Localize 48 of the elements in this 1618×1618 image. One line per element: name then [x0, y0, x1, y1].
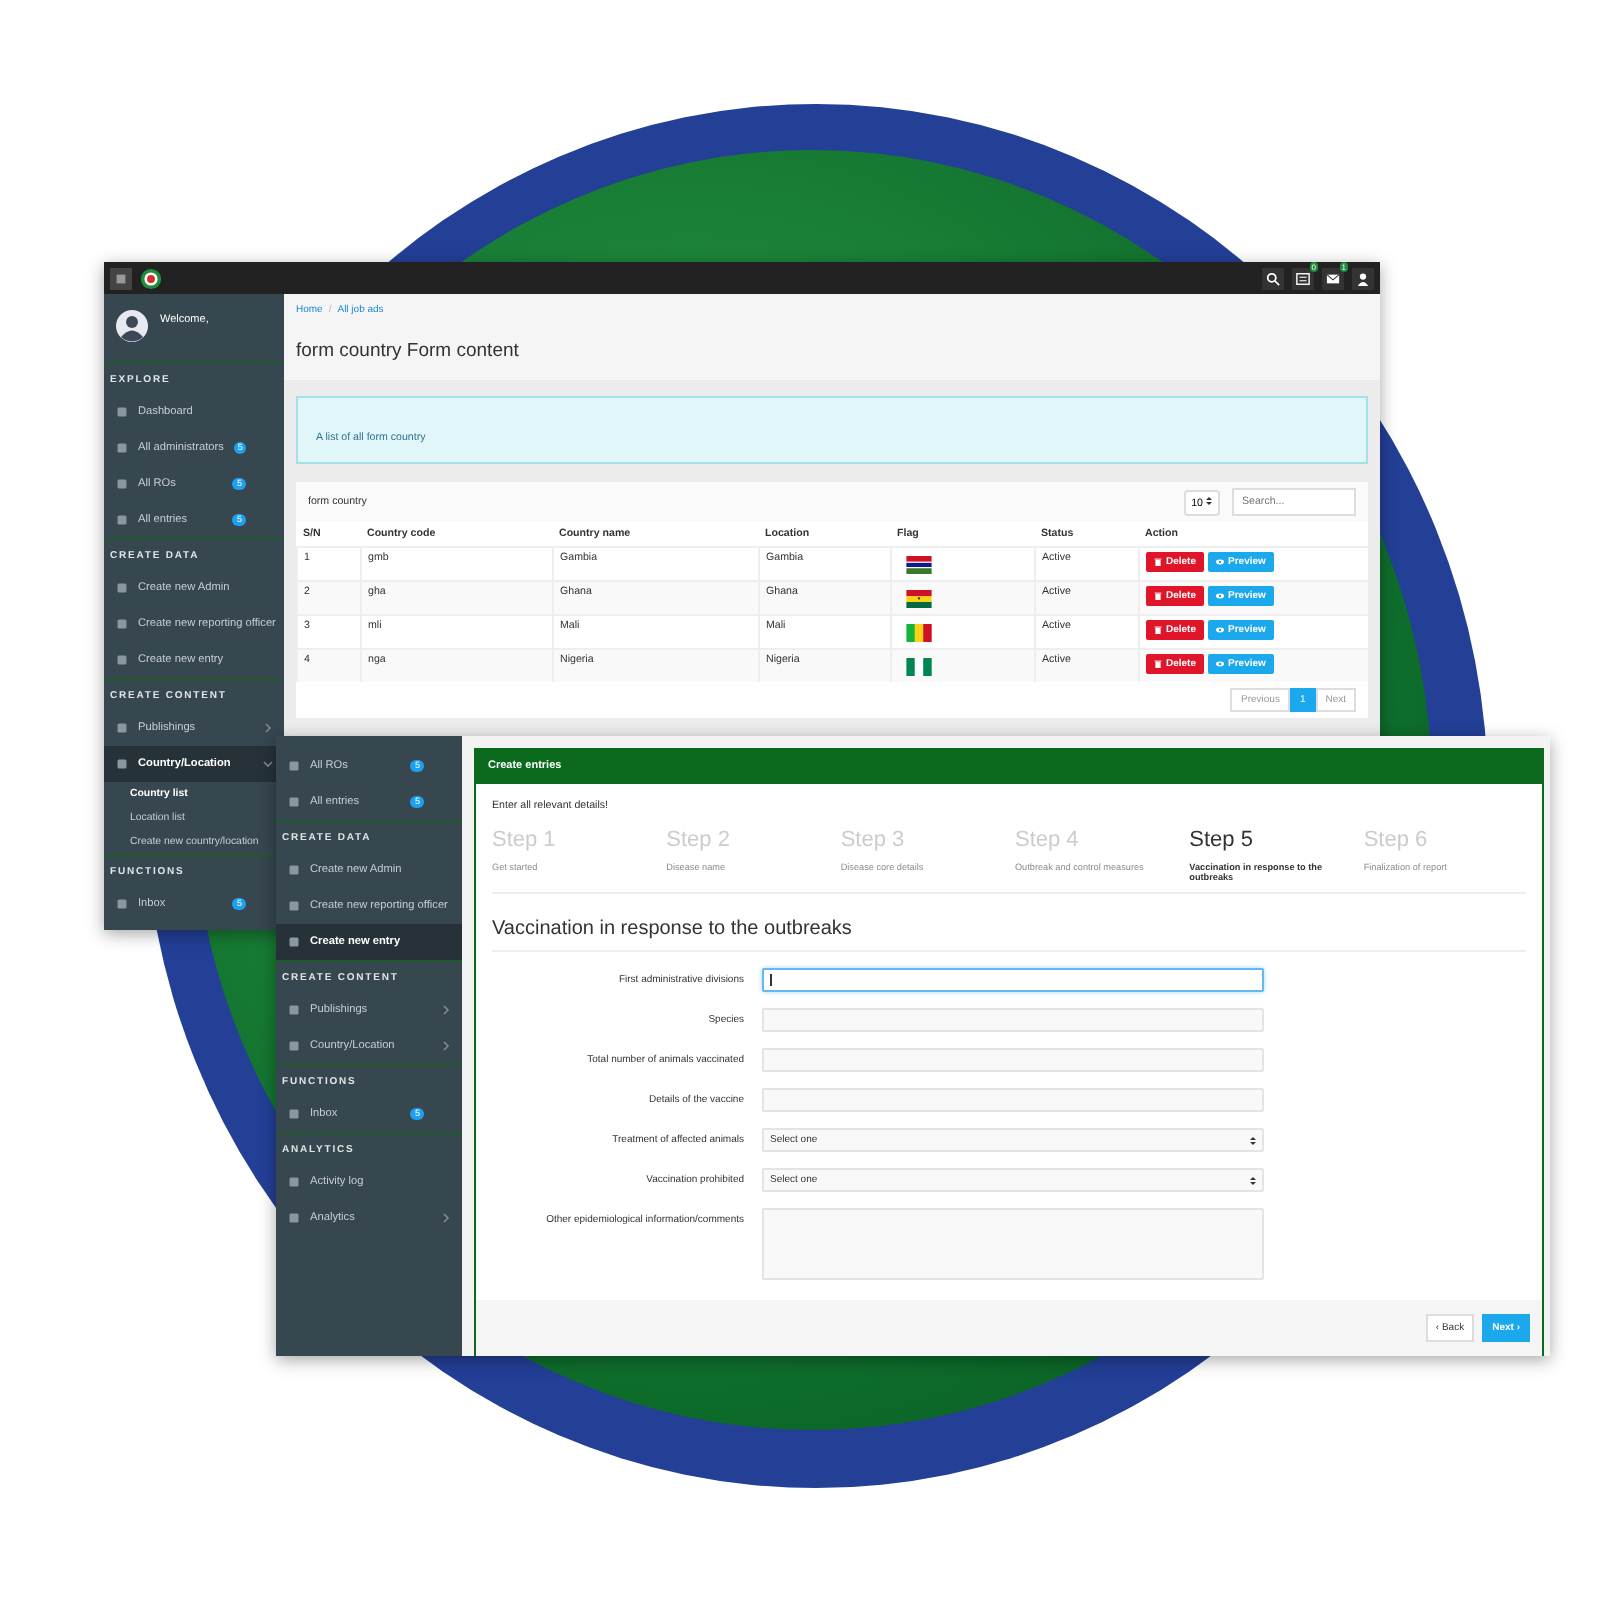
- logo-icon: [140, 267, 162, 289]
- square-icon: [288, 864, 300, 876]
- trash-icon: [1154, 626, 1162, 634]
- eye-icon: [1216, 660, 1225, 668]
- page-title: form country Form content: [296, 340, 521, 362]
- search-button[interactable]: [1262, 267, 1284, 289]
- square-icon: [288, 1108, 300, 1120]
- square-icon: [288, 1176, 300, 1188]
- list-icon: [1296, 271, 1310, 285]
- square-icon: [288, 1212, 300, 1224]
- menu-icon[interactable]: [110, 267, 132, 289]
- user-icon: [1356, 271, 1370, 285]
- avatar-icon: [116, 310, 148, 342]
- eye-icon: [1216, 592, 1225, 600]
- envelope-icon: [1326, 271, 1340, 285]
- flag-icon: [906, 556, 932, 574]
- updown-arrow-icon: [1206, 495, 1212, 505]
- square-icon: [116, 722, 128, 734]
- trash-icon: [1154, 592, 1162, 600]
- square-icon: [116, 758, 128, 770]
- updown-arrow-icon: [1250, 1175, 1256, 1185]
- flag-icon: [906, 624, 932, 642]
- updown-arrow-icon: [1250, 1135, 1256, 1145]
- text-area[interactable]: [762, 1208, 1264, 1280]
- square-icon: [288, 1004, 300, 1016]
- search-icon: [1266, 271, 1280, 285]
- square-icon: [116, 618, 128, 630]
- user-button[interactable]: [1352, 267, 1374, 289]
- square-icon: [116, 654, 128, 666]
- square-icon: [116, 406, 128, 418]
- square-icon: [288, 900, 300, 912]
- flag-icon: [906, 658, 932, 676]
- eye-icon: [1216, 626, 1225, 634]
- square-icon: [116, 898, 128, 910]
- text-field[interactable]: [762, 968, 1264, 992]
- square-icon: [116, 582, 128, 594]
- square-icon: [288, 936, 300, 948]
- square-icon: [288, 760, 300, 772]
- square-icon: [116, 478, 128, 490]
- square-icon: [116, 442, 128, 454]
- eye-icon: [1216, 558, 1225, 566]
- trash-icon: [1154, 660, 1162, 668]
- trash-icon: [1154, 558, 1162, 566]
- square-icon: [288, 1040, 300, 1052]
- flag-icon: [906, 590, 932, 608]
- square-icon: [288, 796, 300, 808]
- section-title: Vaccination in response to the outbreaks: [492, 894, 1526, 952]
- square-icon: [116, 514, 128, 526]
